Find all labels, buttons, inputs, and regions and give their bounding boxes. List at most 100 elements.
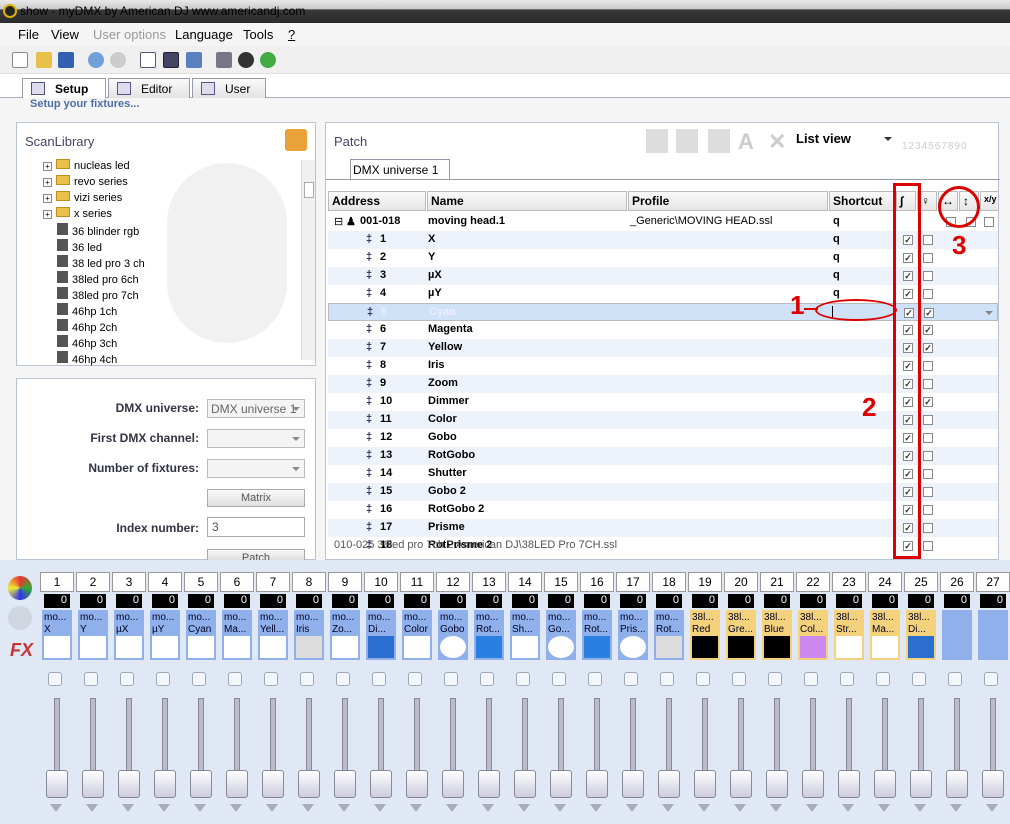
fader-up-icon[interactable] xyxy=(120,672,134,686)
fader-value[interactable]: 0 xyxy=(584,594,610,608)
fader-knob[interactable] xyxy=(730,770,752,798)
open-icon[interactable] xyxy=(36,52,52,68)
fader-value[interactable]: 0 xyxy=(872,594,898,608)
fader-value[interactable]: 0 xyxy=(296,594,322,608)
fader-down-icon[interactable] xyxy=(518,804,530,818)
channel-shortcut[interactable]: q xyxy=(833,269,840,281)
tab-dmx-universe-1[interactable]: DMX universe 1 xyxy=(350,159,450,179)
brightness-checkbox[interactable] xyxy=(923,433,933,443)
fader-value[interactable]: 0 xyxy=(656,594,682,608)
fader-value[interactable]: 0 xyxy=(692,594,718,608)
fader-value[interactable]: 0 xyxy=(368,594,394,608)
undo-icon[interactable] xyxy=(88,52,104,68)
fader-knob[interactable] xyxy=(622,770,644,798)
fader-up-icon[interactable] xyxy=(840,672,854,686)
fader-value[interactable]: 0 xyxy=(728,594,754,608)
fader-down-icon[interactable] xyxy=(194,804,206,818)
fader-knob[interactable] xyxy=(658,770,680,798)
col-address[interactable]: Address xyxy=(328,191,426,211)
fader-down-icon[interactable] xyxy=(662,804,674,818)
fader-up-icon[interactable] xyxy=(588,672,602,686)
fader-down-icon[interactable] xyxy=(410,804,422,818)
brightness-checkbox[interactable] xyxy=(923,235,933,245)
fader-knob[interactable] xyxy=(154,770,176,798)
fader-up-icon[interactable] xyxy=(624,672,638,686)
fader-down-icon[interactable] xyxy=(122,804,134,818)
fader-knob[interactable] xyxy=(190,770,212,798)
brightness-checkbox[interactable] xyxy=(923,343,933,353)
fader-up-icon[interactable] xyxy=(48,672,62,686)
num-fixtures-select[interactable] xyxy=(207,459,305,478)
tree-item[interactable]: + revo series xyxy=(43,175,128,191)
fader-knob[interactable] xyxy=(46,770,68,798)
fader-value[interactable]: 0 xyxy=(476,594,502,608)
tree-item[interactable]: 38 led pro 3 ch xyxy=(57,255,145,271)
tree-item[interactable]: 46hp 4ch xyxy=(57,351,117,367)
fader-down-icon[interactable] xyxy=(590,804,602,818)
fader-value[interactable]: 0 xyxy=(260,594,286,608)
fixture-swap-checkbox[interactable] xyxy=(984,217,994,227)
matrix-button[interactable]: Matrix xyxy=(207,489,305,507)
fader-value[interactable]: 0 xyxy=(80,594,106,608)
col-shortcut[interactable]: Shortcut xyxy=(829,191,895,211)
fader-down-icon[interactable] xyxy=(266,804,278,818)
fader-down-icon[interactable] xyxy=(158,804,170,818)
fader-up-icon[interactable] xyxy=(732,672,746,686)
fader-up-icon[interactable] xyxy=(984,672,998,686)
brightness-checkbox[interactable] xyxy=(924,308,934,318)
fader-knob[interactable] xyxy=(694,770,716,798)
tab-editor[interactable]: Editor xyxy=(108,78,190,98)
fader-knob[interactable] xyxy=(910,770,932,798)
fader-down-icon[interactable] xyxy=(230,804,242,818)
fader-down-icon[interactable] xyxy=(554,804,566,818)
window-icon[interactable] xyxy=(186,52,202,68)
fader-knob[interactable] xyxy=(406,770,428,798)
fader-down-icon[interactable] xyxy=(626,804,638,818)
col-profile[interactable]: Profile xyxy=(628,191,828,211)
info-icon[interactable] xyxy=(238,52,254,68)
fader-up-icon[interactable] xyxy=(264,672,278,686)
collapse-icon[interactable]: ⊟ xyxy=(334,215,343,228)
fader-value[interactable]: 0 xyxy=(548,594,574,608)
fader-up-icon[interactable] xyxy=(516,672,530,686)
fader-up-icon[interactable] xyxy=(192,672,206,686)
expand-icon[interactable]: + xyxy=(43,178,52,187)
fader-value[interactable]: 0 xyxy=(908,594,934,608)
delete-icon[interactable]: ✕ xyxy=(768,129,786,155)
fader-up-icon[interactable] xyxy=(444,672,458,686)
brightness-checkbox[interactable] xyxy=(923,289,933,299)
fader-value[interactable]: 0 xyxy=(44,594,70,608)
brightness-checkbox[interactable] xyxy=(923,451,933,461)
fader-up-icon[interactable] xyxy=(408,672,422,686)
fader-down-icon[interactable] xyxy=(734,804,746,818)
fader-down-icon[interactable] xyxy=(842,804,854,818)
save-icon[interactable] xyxy=(58,52,74,68)
index-input[interactable]: 3 xyxy=(207,517,305,537)
tree-item[interactable]: 46hp 3ch xyxy=(57,335,117,351)
fader-knob[interactable] xyxy=(550,770,572,798)
fader-down-icon[interactable] xyxy=(482,804,494,818)
col-swap-xy-icon[interactable]: x/y xyxy=(980,191,998,211)
fader-value[interactable]: 0 xyxy=(620,594,646,608)
fader-down-icon[interactable] xyxy=(698,804,710,818)
fader-up-icon[interactable] xyxy=(876,672,890,686)
add-icon[interactable] xyxy=(708,129,730,153)
brightness-checkbox[interactable] xyxy=(923,379,933,389)
fader-value[interactable]: 0 xyxy=(980,594,1006,608)
tree-item[interactable]: + x series xyxy=(43,207,112,223)
fader-up-icon[interactable] xyxy=(228,672,242,686)
fader-value[interactable]: 0 xyxy=(332,594,358,608)
menu-tools[interactable]: Tools xyxy=(243,27,273,42)
fader-up-icon[interactable] xyxy=(336,672,350,686)
fader-knob[interactable] xyxy=(298,770,320,798)
fader-up-icon[interactable] xyxy=(552,672,566,686)
tree-item[interactable]: 46hp 2ch xyxy=(57,319,117,335)
fader-down-icon[interactable] xyxy=(338,804,350,818)
download-icon[interactable] xyxy=(285,129,307,151)
expand-icon[interactable]: + xyxy=(43,194,52,203)
menu-language[interactable]: Language xyxy=(175,27,233,42)
fader-up-icon[interactable] xyxy=(480,672,494,686)
dip-switch[interactable]: 1234567890 xyxy=(902,129,988,153)
expand-icon[interactable]: + xyxy=(43,162,52,171)
brightness-checkbox[interactable] xyxy=(923,397,933,407)
